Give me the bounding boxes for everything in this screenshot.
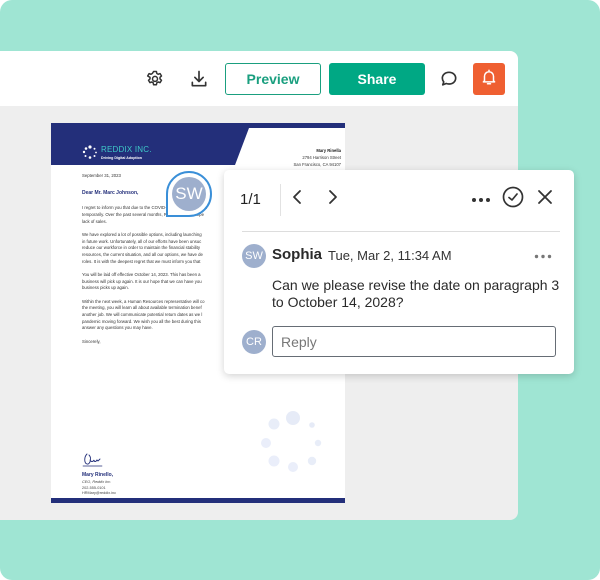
letterhead: REDDIX INC. Driving Digital Adoption Mar…: [51, 123, 345, 168]
close-button[interactable]: [534, 188, 556, 210]
preview-button[interactable]: Preview: [225, 63, 321, 95]
divider: [280, 184, 281, 216]
avatar: CR: [242, 330, 266, 354]
signature-details: CEO, Reddix Inc. 202-555-0101 HRMary@red…: [82, 480, 116, 497]
avatar: SW: [172, 177, 206, 211]
download-button[interactable]: [185, 65, 213, 93]
comment-counter: 1/1: [240, 191, 261, 208]
comments-button[interactable]: [435, 65, 463, 93]
signature-email: HRMary@reddix.inc: [82, 491, 117, 495]
share-button[interactable]: Share: [329, 63, 425, 95]
comment-options-button[interactable]: [534, 248, 552, 262]
comment-popup: 1/1 SW Sophia Tue, Mar 2, 11:34 AM Can w…: [224, 170, 574, 374]
comment-text: Can we please revise the date on paragra…: [272, 277, 560, 310]
more-horizontal-icon: [534, 248, 552, 262]
chevron-left-icon: [290, 189, 306, 210]
sender-city: San Francisco, CA 94107: [293, 162, 342, 167]
download-icon: [189, 69, 209, 89]
avatar: SW: [242, 244, 266, 268]
sender-address: Mary Rinella 2794 Harrison Street San Fr…: [231, 147, 342, 168]
close-icon: [537, 189, 553, 210]
comment-marker[interactable]: SW: [166, 171, 212, 217]
gear-icon: [145, 69, 165, 89]
chevron-right-icon: [324, 189, 340, 210]
letter-footer-bar: [51, 498, 345, 503]
divider: [242, 231, 560, 232]
bell-icon: [480, 68, 498, 91]
settings-button[interactable]: [141, 65, 169, 93]
comment-author: Sophia: [272, 246, 323, 263]
notifications-button[interactable]: [473, 63, 505, 95]
decorative-dots-icon: [261, 410, 331, 485]
check-circle-icon: [502, 186, 524, 213]
toolbar: Preview Share: [0, 51, 518, 106]
signature-title: CEO, Reddix Inc.: [82, 480, 112, 484]
comment-timestamp: Tue, Mar 2, 11:34 AM: [328, 248, 452, 263]
company-tagline: Driving Digital Adoption: [101, 156, 142, 160]
more-horizontal-icon: [471, 190, 491, 208]
speech-bubble-icon: [439, 69, 459, 89]
signature-name: Mary Rinello,: [82, 472, 114, 478]
thread-options-button[interactable]: [470, 188, 492, 210]
previous-comment-button[interactable]: [287, 188, 309, 210]
signature-icon: [82, 452, 104, 473]
company-name: REDDIX INC.: [101, 145, 152, 154]
sender-street: 2794 Harrison Street: [302, 155, 341, 160]
sender-name: Mary Rinella: [316, 148, 341, 153]
reply-input[interactable]: [272, 326, 556, 357]
next-comment-button[interactable]: [321, 188, 343, 210]
resolve-button[interactable]: [502, 186, 524, 213]
